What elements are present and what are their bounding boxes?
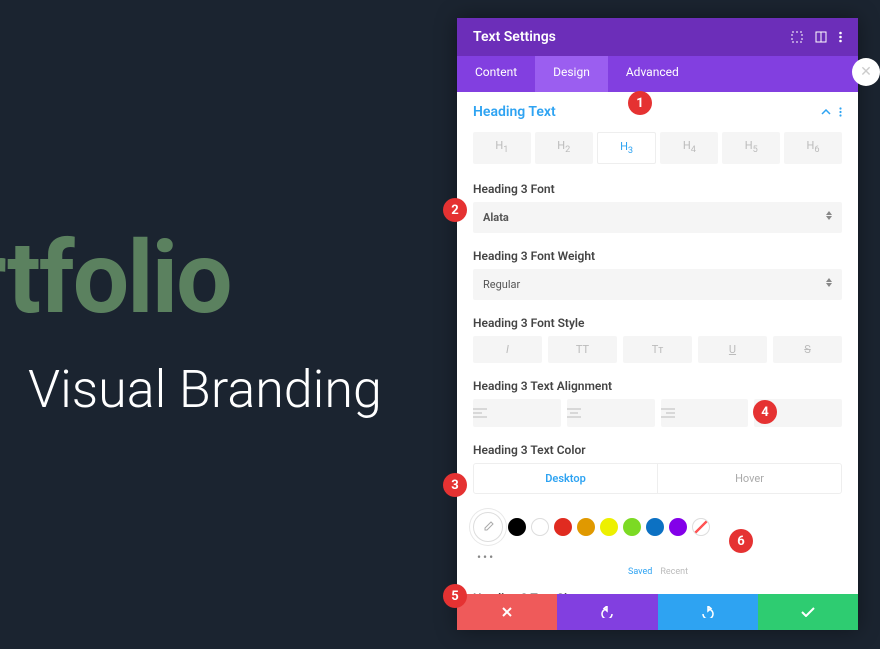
uppercase-button[interactable]: TT xyxy=(548,336,617,363)
section-heading-text[interactable]: Heading Text xyxy=(457,92,858,132)
save-button[interactable] xyxy=(758,594,858,630)
color-hover-tab[interactable]: Hover xyxy=(658,464,841,493)
panel-titlebar[interactable]: Text Settings xyxy=(457,18,858,56)
badge-1: 1 xyxy=(628,91,652,115)
section-title: Heading Text xyxy=(473,104,556,120)
color-desktop-tab[interactable]: Desktop xyxy=(474,464,658,493)
grid-icon[interactable] xyxy=(815,31,827,43)
cancel-button[interactable] xyxy=(457,594,557,630)
font-select[interactable]: Alata xyxy=(473,202,842,233)
panel-body: Heading Text H1 H2 H3 H4 H5 H6 Heading 3… xyxy=(457,92,858,594)
swatch-yellow[interactable] xyxy=(600,518,618,536)
badge-6: 6 xyxy=(729,529,753,553)
swatch-green[interactable] xyxy=(623,518,641,536)
align-right-button[interactable] xyxy=(661,399,749,427)
chevron-up-icon[interactable] xyxy=(821,109,831,115)
badge-5: 5 xyxy=(443,584,467,608)
swatch-none[interactable] xyxy=(692,518,710,536)
italic-button[interactable]: I xyxy=(473,336,542,363)
weight-select[interactable]: Regular xyxy=(473,269,842,300)
close-icon[interactable]: ✕ xyxy=(852,58,880,86)
swatch-purple[interactable] xyxy=(669,518,687,536)
saved-tab[interactable]: Saved xyxy=(628,567,652,577)
font-label: Heading 3 Font xyxy=(473,182,842,196)
size-label: Heading 3 Text Size xyxy=(473,591,842,594)
tab-advanced[interactable]: Advanced xyxy=(608,56,697,92)
h2-tab[interactable]: H2 xyxy=(535,132,593,164)
badge-4: 4 xyxy=(753,400,777,424)
underline-button[interactable]: U xyxy=(698,336,767,363)
swatch-red[interactable] xyxy=(554,518,572,536)
more-icon[interactable] xyxy=(839,107,842,117)
badge-3: 3 xyxy=(443,473,467,497)
more-icon[interactable] xyxy=(839,31,842,43)
color-picker-button[interactable] xyxy=(473,512,503,542)
badge-2: 2 xyxy=(443,198,467,222)
tab-design[interactable]: Design xyxy=(535,56,608,92)
undo-button[interactable] xyxy=(557,594,657,630)
recent-tab[interactable]: Recent xyxy=(660,567,688,577)
align-label: Heading 3 Text Alignment xyxy=(473,379,842,393)
strike-button[interactable]: S xyxy=(773,336,842,363)
panel-title: Text Settings xyxy=(473,29,556,45)
titlecase-button[interactable]: Tᴛ xyxy=(623,336,692,363)
h3-tab[interactable]: H3 xyxy=(597,132,657,164)
settings-panel: Text Settings Content Design Advanced He… xyxy=(457,18,858,630)
expand-icon[interactable] xyxy=(791,31,803,43)
tab-content[interactable]: Content xyxy=(457,56,535,92)
h4-tab[interactable]: H4 xyxy=(660,132,718,164)
align-left-button[interactable] xyxy=(473,399,561,427)
swatch-orange[interactable] xyxy=(577,518,595,536)
preview-area: rtfolio Visual Branding xyxy=(0,0,456,649)
weight-label: Heading 3 Font Weight xyxy=(473,249,842,263)
preview-heading: rtfolio xyxy=(0,229,231,329)
swatch-black[interactable] xyxy=(508,518,526,536)
preview-sub: Visual Branding xyxy=(28,359,382,420)
more-swatches-icon[interactable]: ••• xyxy=(473,550,495,564)
heading-level-tabs: H1 H2 H3 H4 H5 H6 xyxy=(457,132,858,174)
swatch-blue[interactable] xyxy=(646,518,664,536)
color-label: Heading 3 Text Color xyxy=(473,443,842,457)
h1-tab[interactable]: H1 xyxy=(473,132,531,164)
redo-button[interactable] xyxy=(658,594,758,630)
align-center-button[interactable] xyxy=(567,399,655,427)
h5-tab[interactable]: H5 xyxy=(722,132,780,164)
h6-tab[interactable]: H6 xyxy=(784,132,842,164)
style-label: Heading 3 Font Style xyxy=(473,316,842,330)
panel-footer xyxy=(457,594,858,630)
swatch-white[interactable] xyxy=(531,518,549,536)
color-swatches xyxy=(457,502,858,546)
tab-bar: Content Design Advanced xyxy=(457,56,858,92)
